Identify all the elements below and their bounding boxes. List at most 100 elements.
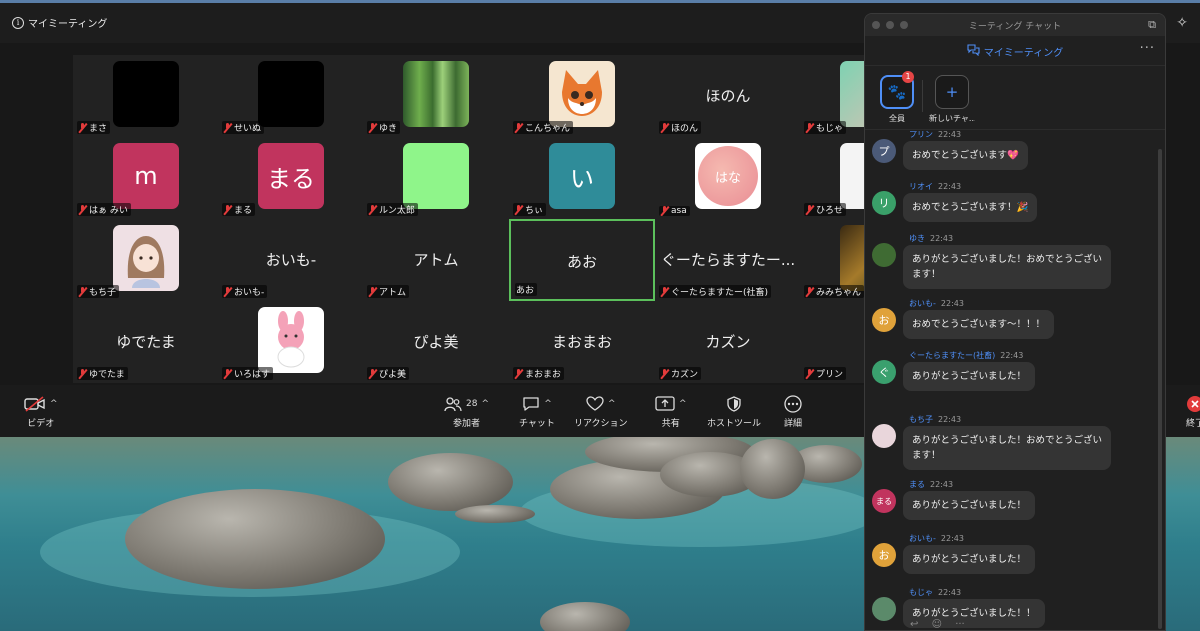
meeting-chat-panel: ミーティング チャット ⧉ マイミーティング ··· 🐾 1 全員 + 新しいチ… — [864, 13, 1166, 631]
end-meeting-button[interactable]: 終了 — [1186, 395, 1200, 429]
group-label: 全員 — [889, 114, 905, 123]
participant-name-label: もじゃ — [804, 121, 847, 134]
participant-display-name: ぴよ美 — [413, 333, 459, 351]
video-label: ビデオ — [27, 419, 55, 429]
participant-name-label: みみちゃん — [804, 285, 865, 298]
sender-name[interactable]: プリン — [909, 131, 933, 139]
sender-name[interactable]: ゆき — [909, 234, 925, 243]
sender-avatar[interactable]: プ — [872, 139, 896, 163]
avatar-initial: m — [134, 162, 158, 190]
participant-name: カズン — [671, 370, 699, 380]
video-button[interactable]: ^ ビデオ — [24, 395, 58, 429]
more-dots-icon — [784, 395, 802, 413]
rock — [455, 505, 535, 523]
participant-tile[interactable]: ぴよ美 ぴよ美 — [363, 301, 509, 383]
sender-name[interactable]: おいも- — [909, 534, 936, 543]
sender-avatar[interactable] — [872, 424, 896, 448]
video-options-caret[interactable]: ^ — [50, 399, 58, 409]
mic-muted-icon — [368, 204, 377, 215]
mic-muted-icon — [660, 122, 669, 133]
meeting-info-button[interactable]: i マイミーティング — [12, 15, 107, 30]
chat-scrollbar[interactable] — [1158, 149, 1162, 629]
message-bubble: ありがとうございました！おめでとうございます！ — [903, 426, 1111, 470]
participant-name: アトム — [379, 288, 407, 298]
chat-more-icon[interactable]: ··· — [1140, 41, 1155, 56]
chat-meeting-selector[interactable]: マイミーティング — [865, 44, 1165, 59]
sender-name[interactable]: まる — [909, 480, 925, 489]
mic-muted-icon — [78, 122, 87, 133]
participant-tile[interactable]: m はぁ みい — [73, 137, 219, 219]
participant-name: もじゃ — [816, 124, 844, 134]
sender-avatar[interactable]: お — [872, 543, 896, 567]
participant-avatar: m — [113, 143, 179, 209]
participant-tile[interactable]: まる まる — [218, 137, 364, 219]
sender-avatar[interactable] — [872, 243, 896, 267]
sender-name[interactable]: もじゃ — [909, 588, 933, 597]
more-actions-icon[interactable]: ··· — [955, 619, 965, 630]
pop-out-icon[interactable]: ⧉ — [1148, 18, 1156, 32]
participant-tile[interactable]: ルン太郎 — [363, 137, 509, 219]
more-label: 詳細 — [784, 419, 803, 429]
participant-avatar — [258, 61, 324, 127]
message-time: 22:43 — [938, 182, 962, 191]
rock — [388, 453, 513, 511]
participant-name: ゆき — [379, 124, 398, 134]
share-options-caret[interactable]: ^ — [679, 399, 687, 409]
new-chat-button[interactable]: + 新しいチャ... — [929, 75, 975, 124]
share-button[interactable]: ^ 共有 — [655, 395, 687, 429]
participant-tile[interactable]: まおまお まおまお — [509, 301, 655, 383]
participant-name-label: asa — [659, 206, 690, 216]
reaction-button[interactable]: ^ リアクション — [574, 395, 628, 429]
host-tools-button[interactable]: ホストツール — [707, 395, 761, 429]
sender-avatar[interactable]: リ — [872, 191, 896, 215]
participant-tile[interactable]: こんちゃん — [509, 55, 655, 137]
sender-avatar[interactable] — [872, 597, 896, 621]
participant-name-label: まおまお — [513, 367, 565, 380]
reaction-options-caret[interactable]: ^ — [608, 399, 616, 409]
participant-display-name: あお — [566, 253, 597, 271]
participant-tile[interactable]: ゆでたま ゆでたま — [73, 301, 219, 383]
sender-name[interactable]: おいも- — [909, 299, 936, 308]
chat-label: チャット — [519, 419, 555, 429]
sender-name[interactable]: もち子 — [909, 415, 933, 424]
more-button[interactable]: 詳細 — [784, 395, 802, 429]
participant-tile[interactable]: せいぬ — [218, 55, 364, 137]
participant-tile[interactable]: アトム アトム — [363, 219, 509, 301]
sender-avatar[interactable]: お — [872, 308, 896, 332]
participant-tile[interactable]: あお あお — [509, 219, 655, 301]
participants-options-caret[interactable]: ^ — [481, 399, 489, 409]
message-bubble: ありがとうございました！おめでとうございます！ — [903, 245, 1111, 289]
ai-companion-icon[interactable]: ✧ — [1176, 15, 1188, 31]
message-meta: もち子 22:43 — [909, 414, 961, 425]
share-screen-icon — [655, 396, 675, 411]
participant-name-label: せいぬ — [222, 121, 265, 134]
group-everyone[interactable]: 🐾 1 全員 — [874, 71, 920, 124]
message-time: 22:43 — [938, 588, 962, 597]
participant-tile[interactable]: いちぃ — [509, 137, 655, 219]
participant-name: ゆでたま — [89, 370, 125, 380]
chat-options-caret[interactable]: ^ — [544, 399, 552, 409]
participant-tile[interactable]: はな asa — [655, 137, 801, 219]
participant-tile[interactable]: ほのん ほのん — [655, 55, 801, 137]
participant-tile[interactable]: いろはす — [218, 301, 364, 383]
participant-name-label: ぐーたらますたー(社畜) — [659, 285, 772, 298]
participant-tile[interactable]: カズン カズン — [655, 301, 801, 383]
sender-avatar[interactable]: まる — [872, 489, 896, 513]
sender-name[interactable]: ぐーたらますたー(社畜) — [909, 351, 995, 360]
participant-tile[interactable]: おいも- おいも- — [218, 219, 364, 301]
participant-tile[interactable]: ぐーたらますたー... ぐーたらますたー(社畜) — [655, 219, 801, 301]
participants-button[interactable]: 28 ^ 参加者 — [444, 395, 489, 429]
group-label: 新しいチャ... — [929, 114, 975, 123]
emoji-icon[interactable]: ☺ — [932, 619, 942, 630]
participant-tile[interactable]: まさ — [73, 55, 219, 137]
participant-name-label: ぴよ美 — [367, 367, 410, 380]
chat-bubbles-icon — [967, 44, 980, 56]
avatar-initial: まる — [267, 164, 315, 193]
participant-tile[interactable]: ゆき — [363, 55, 509, 137]
sender-avatar[interactable]: ぐ — [872, 360, 896, 384]
participant-avatar — [258, 307, 324, 373]
sender-name[interactable]: リオイ — [909, 182, 933, 191]
chat-button[interactable]: ^ チャット — [519, 395, 555, 429]
reply-icon[interactable]: ↩ — [910, 619, 918, 630]
participant-tile[interactable]: もち子 — [73, 219, 219, 301]
